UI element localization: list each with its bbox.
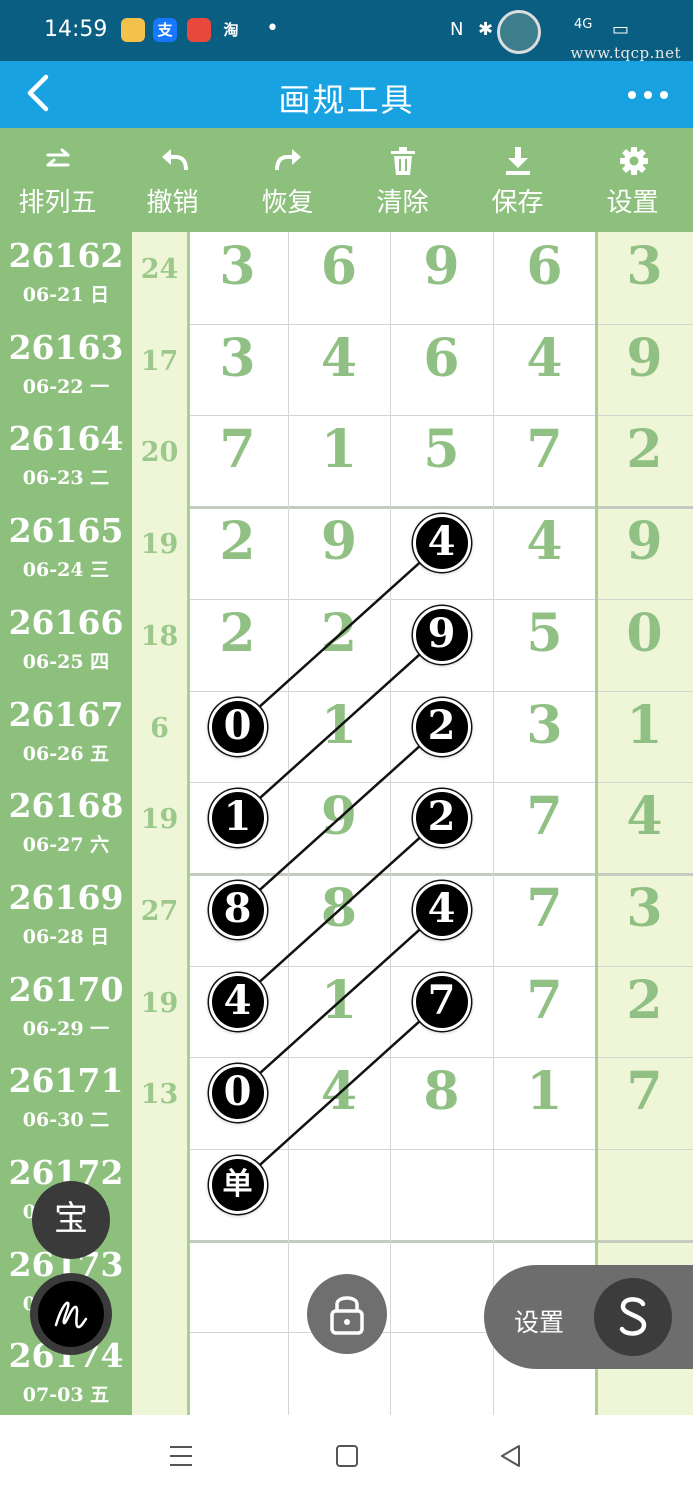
- status-time: 14:59: [44, 17, 108, 42]
- gear-icon: [620, 147, 648, 175]
- swap-icon: [46, 148, 70, 167]
- trash-icon: [391, 147, 415, 175]
- redo-label: 恢复: [261, 188, 314, 218]
- circled-mark[interactable]: 9: [412, 605, 471, 664]
- pen-icon: [38, 1281, 104, 1347]
- back-nav-icon[interactable]: [498, 1443, 524, 1469]
- nfc-icon: N: [450, 19, 464, 40]
- treasure-button[interactable]: 宝: [32, 1181, 110, 1259]
- toolbar: 排列五 撤销 恢复 清除 保存 设置: [0, 128, 693, 232]
- s-icon: [619, 1297, 647, 1336]
- pen-tool-button[interactable]: [30, 1273, 112, 1355]
- floating-s-button[interactable]: [594, 1278, 672, 1356]
- circled-mark[interactable]: 2: [412, 697, 471, 756]
- watermark-text: www.tqcp.net: [570, 44, 681, 62]
- circled-mark[interactable]: 4: [208, 972, 267, 1031]
- connector-line: [236, 817, 443, 1003]
- circled-mark[interactable]: 7: [412, 972, 471, 1031]
- download-icon: [506, 147, 530, 175]
- taobao-icon: 淘: [223, 21, 239, 39]
- circled-mark[interactable]: 8: [208, 880, 267, 939]
- title-bar: 画规工具: [0, 61, 693, 128]
- lottery-type-button[interactable]: 排列五: [0, 128, 115, 232]
- clear-label: 清除: [376, 188, 429, 218]
- home-icon[interactable]: [334, 1443, 360, 1469]
- floating-settings-label: 设置: [514, 1308, 565, 1337]
- circled-mark[interactable]: 2: [412, 789, 471, 848]
- circled-mark[interactable]: 4: [412, 880, 471, 939]
- settings-button[interactable]: 设置: [575, 128, 690, 232]
- circled-mark[interactable]: 0: [208, 1064, 267, 1123]
- more-icon[interactable]: [623, 75, 673, 115]
- circled-mark[interactable]: 1: [208, 789, 267, 848]
- circled-mark[interactable]: 4: [412, 514, 471, 573]
- bluetooth-icon: ✱: [478, 19, 494, 40]
- weather-app-icon: [121, 18, 145, 42]
- battery-icon: ▭: [612, 19, 630, 40]
- circled-mark[interactable]: 0: [208, 697, 267, 756]
- save-label: 保存: [491, 188, 544, 218]
- circled-mark[interactable]: 单: [208, 1156, 267, 1214]
- menu-icon[interactable]: [168, 1443, 194, 1469]
- undo-icon: [162, 149, 188, 171]
- clear-button[interactable]: 清除: [345, 128, 460, 232]
- connector-line: [236, 725, 443, 911]
- connector-line: [236, 542, 443, 728]
- app-icon: [187, 18, 211, 42]
- undo-button[interactable]: 撤销: [115, 128, 230, 232]
- lock-button[interactable]: [307, 1274, 387, 1354]
- status-bar: 14:59 支 淘 • N ✱ 4G ▭ www.tqcp.net: [0, 0, 693, 62]
- system-nav-bar: [0, 1415, 693, 1500]
- watermark-logo-icon: [497, 10, 541, 54]
- notification-dot-icon: •: [266, 16, 279, 41]
- redo-button[interactable]: 恢复: [230, 128, 345, 232]
- settings-label: 设置: [606, 188, 659, 218]
- network-type: 4G: [574, 17, 593, 32]
- lottery-type-label: 排列五: [18, 188, 97, 218]
- lock-icon: [330, 1296, 364, 1335]
- page-title: 画规工具: [278, 81, 415, 119]
- undo-label: 撤销: [146, 188, 199, 218]
- alipay-icon: 支: [153, 18, 177, 42]
- floating-settings-panel[interactable]: 设置: [484, 1265, 693, 1369]
- save-button[interactable]: 保存: [460, 128, 575, 232]
- connector-line: [236, 633, 443, 820]
- redo-icon: [275, 149, 301, 171]
- connector-line: [236, 1000, 443, 1186]
- connector-line: [236, 908, 443, 1095]
